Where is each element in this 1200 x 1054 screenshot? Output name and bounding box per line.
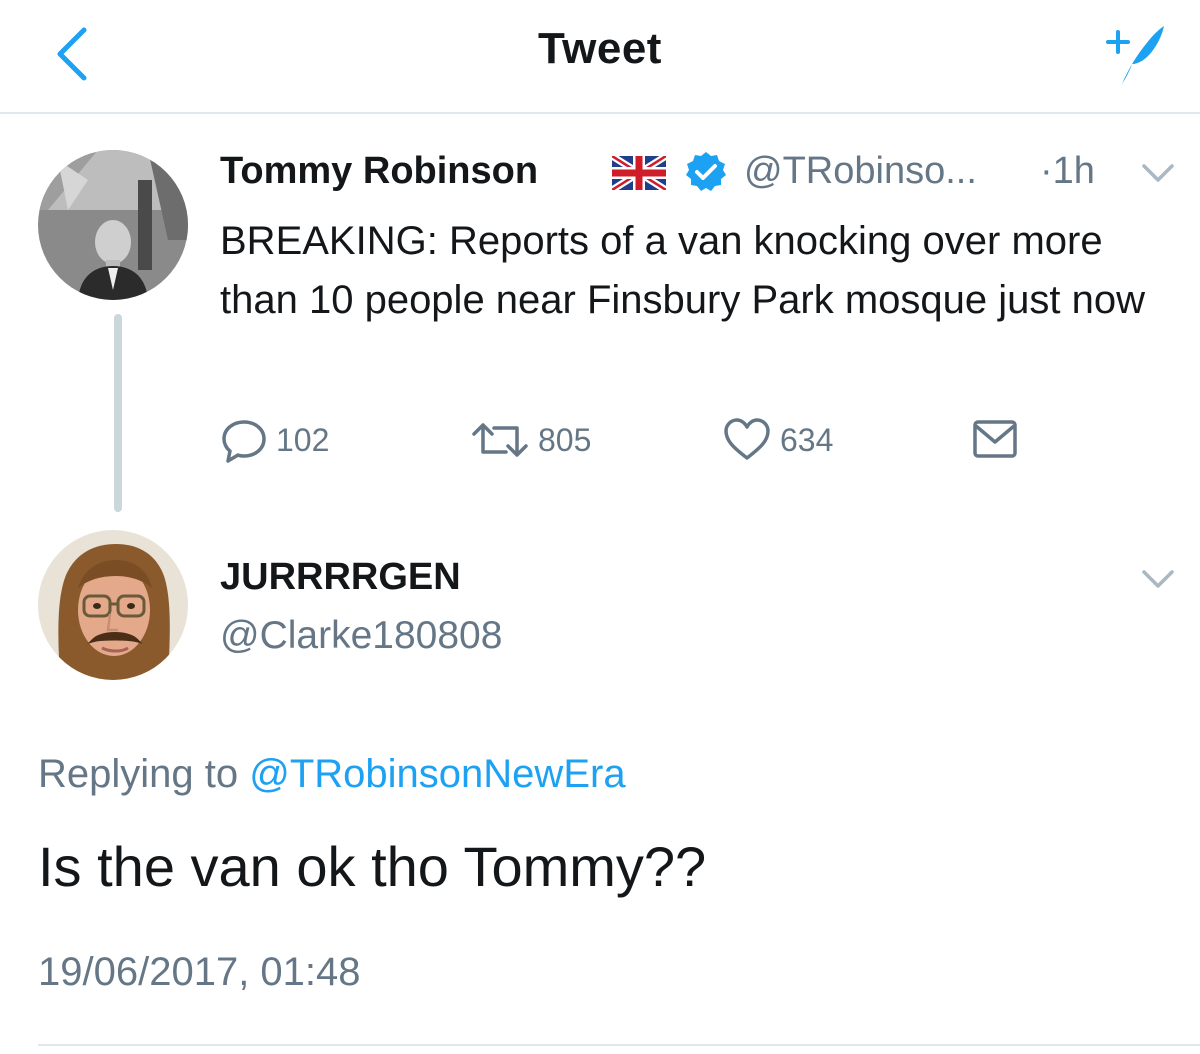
tweet-text: BREAKING: Reports of a van knocking over… xyxy=(220,219,1145,322)
author-name[interactable]: Tommy Robinson xyxy=(220,150,538,193)
avatar[interactable] xyxy=(38,150,188,300)
like-button[interactable]: 634 xyxy=(722,416,833,464)
tweet-options-button[interactable] xyxy=(1138,564,1178,594)
chevron-down-icon xyxy=(1142,570,1174,588)
reply-count: 102 xyxy=(276,421,330,458)
tweet-text: Is the van ok tho Tommy?? xyxy=(38,835,707,898)
page-title: Tweet xyxy=(538,24,662,73)
author-handle[interactable]: @Clarke180808 xyxy=(220,614,502,658)
top-nav-bar: Tweet xyxy=(0,0,1200,114)
compose-tweet-button[interactable] xyxy=(1098,18,1168,88)
tweet-options-button[interactable] xyxy=(1138,158,1178,188)
envelope-icon xyxy=(973,420,1017,458)
retweet-icon xyxy=(472,423,528,457)
avatar[interactable] xyxy=(38,530,188,680)
retweet-button[interactable]: 805 xyxy=(470,416,591,464)
retweet-count: 805 xyxy=(538,421,592,458)
replying-to-line: Replying to @TRobinsonNewEra xyxy=(38,752,626,797)
reply-icon xyxy=(222,420,266,463)
heart-icon xyxy=(724,418,770,460)
thread-connector-line xyxy=(114,314,122,512)
divider xyxy=(38,1044,1200,1046)
direct-message-button[interactable] xyxy=(970,416,1020,464)
replying-to-label: Replying to xyxy=(38,752,239,796)
tweet-time: ·1h xyxy=(1040,150,1095,192)
compose-tweet-icon xyxy=(1106,26,1164,84)
replying-to-mention[interactable]: @TRobinsonNewEra xyxy=(249,752,625,796)
tweet-timestamp: 19/06/2017, 01:48 xyxy=(38,950,361,994)
reply-button[interactable]: 102 xyxy=(220,416,329,464)
chevron-down-icon xyxy=(1142,164,1174,182)
author-name[interactable]: JURRRRGEN xyxy=(220,556,461,599)
verified-badge-icon xyxy=(686,152,726,191)
like-count: 634 xyxy=(780,421,834,458)
author-handle[interactable]: @TRobinso... xyxy=(744,150,977,193)
uk-flag-icon xyxy=(612,156,666,190)
